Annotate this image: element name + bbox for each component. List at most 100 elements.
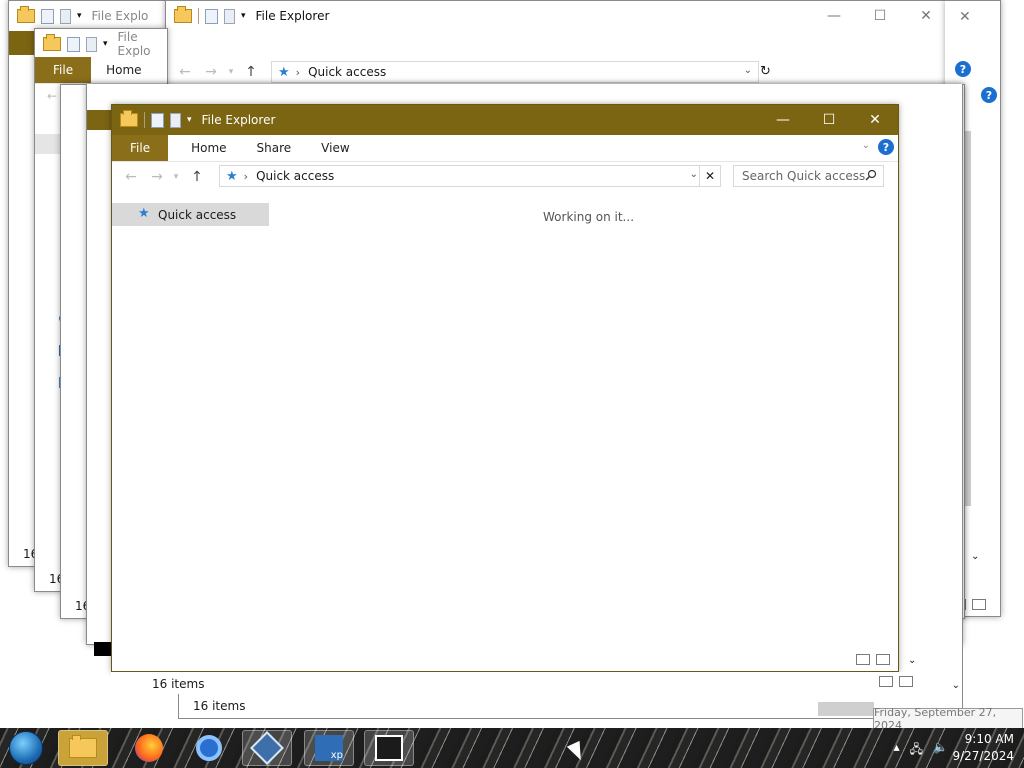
close-button[interactable]: ✕ (852, 105, 898, 135)
forward-button[interactable]: → (198, 64, 224, 80)
star-icon: ★ (138, 206, 150, 221)
taskbar-file-explorer[interactable] (58, 730, 108, 766)
loading-text: Working on it... (543, 210, 635, 224)
separator (198, 8, 199, 24)
tab-share[interactable]: Share (242, 135, 307, 161)
new-folder-icon (86, 36, 97, 52)
close-icon[interactable]: ✕ (959, 9, 971, 25)
tab-view[interactable]: View (306, 135, 364, 161)
taskbar-word-processor[interactable] (364, 730, 414, 766)
word-processor-icon (375, 735, 403, 761)
status-strip (112, 649, 898, 671)
help-icon-2[interactable]: ? (981, 87, 997, 103)
clock[interactable]: 9:10 AM 9/27/2024 (952, 731, 1014, 765)
nav-item-quick-access[interactable]: ★ Quick access (112, 203, 269, 226)
refresh-icon[interactable]: ↻ (760, 64, 771, 79)
window-title: File Explorer (201, 113, 276, 127)
recent-dropdown[interactable]: ▾ (224, 67, 238, 77)
nav-item-label: Quick access (158, 208, 237, 222)
properties-icon (67, 36, 80, 52)
start-button[interactable] (4, 730, 48, 766)
up-button[interactable]: ↑ (184, 169, 210, 185)
details-view-icon[interactable] (879, 676, 893, 687)
bg-b-address-bar[interactable]: ★ › Quick access ⌄ (271, 61, 759, 83)
customize-toolbar-icon[interactable]: ▾ (187, 115, 192, 125)
bg-a-title: File Explo (91, 9, 149, 23)
system-tray: ▴ 🖧 🔈 (894, 740, 948, 761)
main-titlebar[interactable]: ▾ File Explorer — ☐ ✕ (112, 105, 898, 135)
firefox-icon (135, 734, 163, 762)
black-block (94, 642, 112, 656)
scroll-down-icon[interactable]: ⌄ (952, 680, 960, 691)
back-button[interactable]: ← (172, 64, 198, 80)
new-folder-icon[interactable] (170, 112, 181, 128)
clock-date: 9/27/2024 (952, 749, 1014, 763)
large-icons-view-icon[interactable] (899, 676, 913, 687)
show-hidden-icons-icon[interactable]: ▴ (894, 740, 900, 761)
address-location: Quick access (256, 169, 335, 183)
expand-ribbon-icon[interactable]: ⌄ (862, 140, 870, 151)
date-tooltip: Friday, September 27, 2024 (873, 706, 1023, 732)
taskbar-virtualbox[interactable] (242, 730, 292, 766)
minimize-button[interactable]: — (760, 105, 806, 135)
large-icons-view-icon[interactable] (972, 599, 986, 610)
up-button[interactable]: ↑ (238, 64, 264, 80)
scroll-down-icon[interactable]: ⌄ (971, 551, 979, 562)
bg-b-title: File Explorer (255, 9, 330, 23)
xp-mode-icon: xp (315, 735, 343, 761)
close-button[interactable]: ✕ (903, 1, 949, 31)
taskbar-xp-mode[interactable]: xp (304, 730, 354, 766)
bg-d-ribbon: File Home (35, 57, 167, 84)
properties-icon (205, 8, 218, 24)
bg-g-status: 16 items (193, 699, 246, 713)
forward-button[interactable]: → (144, 169, 170, 185)
items-count: 16 items (152, 677, 205, 691)
folder-icon (17, 6, 35, 23)
separator (144, 112, 145, 128)
help-icon[interactable]: ? (878, 139, 894, 155)
taskbar-firefox[interactable] (124, 730, 174, 766)
minimize-button[interactable]: — (811, 1, 857, 31)
properties-icon[interactable] (151, 112, 164, 128)
scroll-down-icon[interactable]: ⌄ (908, 655, 916, 666)
properties-icon (41, 8, 54, 24)
help-icon[interactable]: ? (955, 61, 971, 77)
maximize-button[interactable]: ☐ (806, 105, 852, 135)
bg-a-titlebar[interactable]: ▾ File Explo (9, 1, 169, 31)
chevron-down-icon[interactable]: ⌄ (690, 169, 698, 180)
search-icon (865, 169, 877, 184)
tab-file[interactable]: File (35, 57, 92, 83)
large-icons-view-icon[interactable] (876, 654, 890, 665)
volume-muted-icon[interactable]: 🔈 (933, 740, 948, 761)
search-box[interactable]: Search Quick access (733, 165, 884, 187)
back-button[interactable]: ← (118, 169, 144, 185)
tab-home[interactable]: Home (176, 135, 241, 161)
bg-d-titlebar[interactable]: ▾ File Explo (35, 29, 167, 59)
back-button[interactable]: ← (47, 89, 57, 103)
main-window: ▾ File Explorer — ☐ ✕ File Home Share Vi… (111, 104, 899, 672)
windows-orb-icon (9, 731, 43, 765)
chromium-icon (196, 735, 222, 761)
dropdown-icon: ▾ (241, 11, 246, 21)
taskbar: xp ▴ 🖧 🔈 9:10 AM 9/27/2024 (0, 728, 1024, 768)
folder-icon (69, 735, 97, 758)
maximize-button[interactable]: ☐ (857, 1, 903, 31)
chevron-icon: › (295, 65, 301, 79)
tab-home[interactable]: Home (91, 57, 156, 83)
bg-b-titlebar[interactable]: ▾ File Explorer — ☐ ✕ (166, 1, 949, 31)
ribbon-tabs: File Home Share View ⌄ ? (112, 135, 898, 162)
folder-icon (120, 110, 138, 127)
main-status-bar: 16 items (111, 672, 919, 694)
new-folder-icon (60, 8, 71, 24)
chevron-down-icon[interactable]: ⌄ (744, 65, 752, 76)
stop-loading-icon[interactable]: ✕ (699, 166, 720, 186)
recent-locations-dropdown[interactable]: ▾ (170, 172, 182, 182)
tab-file[interactable]: File (112, 135, 169, 161)
taskbar-chromium[interactable] (184, 730, 234, 766)
network-status-icon[interactable]: 🖧 (910, 740, 923, 761)
nav-pane: ★ Quick access (112, 201, 269, 641)
details-view-icon[interactable] (856, 654, 870, 665)
taskbar-thumb (818, 702, 874, 716)
address-bar[interactable]: ★ › Quick access ⌄ ✕ (219, 165, 721, 187)
dropdown-icon: ▾ (103, 39, 108, 49)
